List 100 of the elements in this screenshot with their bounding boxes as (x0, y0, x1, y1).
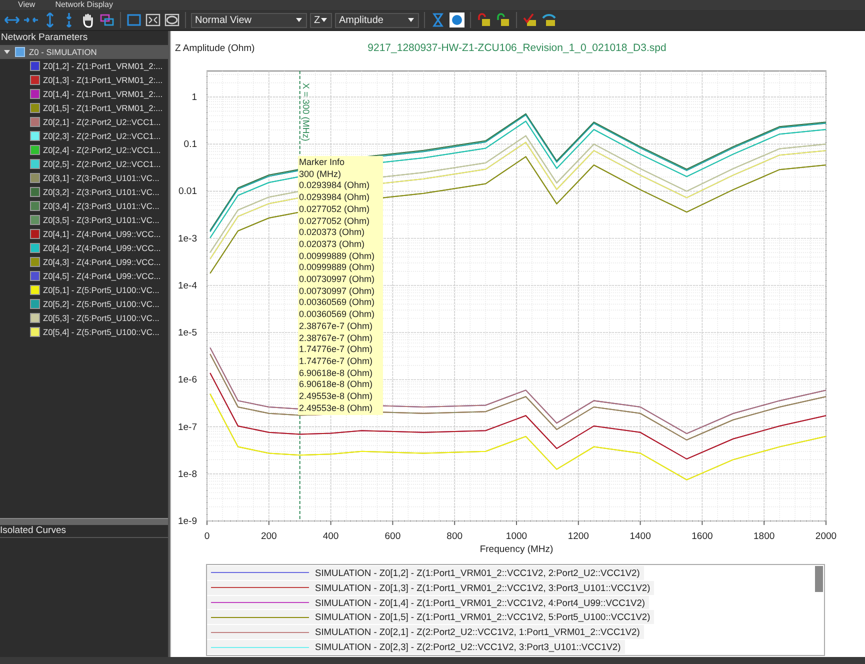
legend-label: SIMULATION - Z0[1,3] - Z(1:Port1_VRM01_2::VCC1V2, 3:Port3_U101::VCC1V2) (315, 582, 650, 593)
legend-label: SIMULATION - Z0[2,3] - Z(2:Port2_U2::VCC1V2, 3:Port3_U101::VCC1V2) (315, 642, 621, 652)
tick-label: 1400 (630, 531, 651, 542)
axis-title: Frequency (MHz) (480, 544, 554, 555)
tick-label: 0 (204, 531, 210, 542)
tick-label: 400 (322, 531, 339, 542)
tick-label: 1200 (568, 531, 589, 542)
marker-label: X = 300 (MHz) (300, 83, 311, 142)
curve-item[interactable]: Z0[4,3] - Z(4:Port4_U99::VCC... (43, 257, 161, 267)
tick-label: 1e-6 (178, 374, 197, 386)
curve-item[interactable]: Z0[5,4] - Z(5:Port5_U100::VC... (43, 327, 160, 337)
legend-entry[interactable]: SIMULATION - Z0[2,3] - Z(2:Port2_U2::VCC1V2, 3:Port3_U101::VCC1V2) (207, 640, 625, 655)
marker-value: 1.74776e-7 (Ohm) (299, 344, 374, 356)
padlock-icon[interactable] (495, 12, 511, 28)
curve-item[interactable]: Z0[3,1] - Z(3:Port3_U101::VC... (43, 173, 160, 183)
tick-label: 0.01 (178, 186, 197, 198)
axis-title: Z Amplitude (Ohm) (175, 43, 255, 54)
marker-value: 0.0293984 (Ohm) (299, 180, 371, 192)
marker-value: 2.38767e-7 (Ohm) (299, 320, 374, 333)
legend-label: SIMULATION - Z0[1,4] - Z(1:Port1_VRM01_2::VCC1V2, 4:Port4_U99::VCC1V2) (315, 598, 645, 608)
marker-value: 0.020373 (Ohm) (299, 227, 366, 239)
tick-label: 0.1 (184, 139, 197, 150)
marker-value: 0.020373 (Ohm) (299, 238, 366, 251)
tick-label: 1e-5 (178, 328, 197, 339)
marker-value: 0.00360569 (Ohm) (299, 297, 375, 310)
tick-label: 1e-8 (178, 468, 197, 480)
caret-icon (295, 16, 303, 24)
curve-item[interactable]: Z0[2,3] - Z(2:Port2_U2::VCC1... (43, 131, 161, 141)
curve-item[interactable]: Z0[2,1] - Z(2:Port2_U2::VCC1... (43, 117, 161, 127)
marker-value: 0.00730997 (Ohm) (299, 274, 375, 286)
marker-value: 6.90618e-8 (Ohm) (299, 379, 374, 392)
tick-label: 600 (384, 531, 401, 542)
scrollbar-thumb[interactable] (815, 566, 823, 592)
hourglass-icon[interactable] (430, 12, 446, 28)
curve-item[interactable]: Z0[3,5] - Z(3:Port3_U101::VC... (43, 215, 160, 225)
padlock-icon[interactable] (476, 12, 492, 28)
tick-label: 2000 (815, 531, 837, 542)
curve-item[interactable]: Z0[5,1] - Z(5:Port5_U100::VC... (43, 285, 160, 295)
curve-item[interactable]: Z0[1,4] - Z(1:Port1_VRM01_2:... (43, 89, 163, 99)
marker-value: 0.00999889 (Ohm) (299, 262, 375, 274)
tick-label: 1000 (506, 531, 528, 542)
chart-title: 9217_1280937-HW-Z1-ZCU106_Revision_1_0_021018_D3.spd (368, 42, 666, 54)
marker-value: 2.49553e-8 (Ohm) (299, 402, 374, 414)
tick-label: 1e-7 (178, 422, 197, 433)
curve-item[interactable]: Z0[2,5] - Z(2:Port2_U2::VCC1... (43, 159, 161, 169)
view-tab[interactable]: Network Display (55, 0, 113, 10)
curve-item[interactable]: Z0[1,5] - Z(1:Port1_VRM01_2:... (43, 103, 163, 113)
fit-view-icon[interactable] (145, 12, 161, 28)
caret-icon (407, 16, 415, 24)
marker-value: 1.74776e-7 (Ohm) (299, 356, 374, 368)
tick-label: 1e-9 (178, 516, 197, 527)
legend-entry[interactable]: SIMULATION - Z0[1,2] - Z(1:Port1_VRM01_2::VCC1V2, 2:Port2_U2::VCC1V2) (207, 566, 644, 581)
legend-label: SIMULATION - Z0[2,1] - Z(2:Port2_U2::VCC1V2, 1:Port1_VRM01_2::VCC1V2) (315, 627, 640, 638)
tick-label: 1e-3 (178, 233, 197, 244)
tick-label: 200 (260, 531, 277, 542)
view-tab[interactable]: View (18, 0, 36, 10)
curve-item[interactable]: Z0[4,5] - Z(4:Port4_U99::VCC... (43, 271, 161, 281)
marker-value: 2.38767e-7 (Ohm) (299, 332, 374, 344)
curve-item[interactable]: Z0[3,4] - Z(3:Port3_U101::VC... (43, 201, 160, 211)
legend-entry[interactable]: SIMULATION - Z0[2,1] - Z(2:Port2_U2::VCC1V2, 1:Port1_VRM01_2::VCC1V2) (207, 625, 644, 640)
tree-label: Z0 - SIMULATION (29, 47, 97, 57)
marker-value: 0.00360569 (Ohm) (299, 309, 375, 321)
tree-node[interactable]: Z0 - SIMULATION (0, 45, 168, 59)
legend-label: SIMULATION - Z0[1,2] - Z(1:Port1_VRM01_2::VCC1V2, 2:Port2_U2::VCC1V2) (315, 568, 640, 578)
curve-item[interactable]: Z0[5,2] - Z(5:Port5_U100::VC... (43, 299, 160, 309)
marker-value: 0.0293984 (Ohm) (299, 192, 371, 204)
marker-value: 300 (MHz) (299, 168, 342, 180)
checkmark-icon[interactable] (522, 12, 538, 28)
curve-item[interactable]: Z0[2,4] - Z(2:Port2_U2::VCC1... (43, 145, 161, 155)
curve-item[interactable]: Z0[5,3] - Z(5:Port5_U100::VC... (43, 313, 160, 323)
tick-label: 1 (192, 92, 197, 103)
marker-value: 0.0277052 (Ohm) (299, 216, 371, 228)
legend-label: SIMULATION - Z0[1,5] - Z(1:Port1_VRM01_2::VCC1V2, 5:Port5_U100::VCC1V2) (315, 612, 650, 622)
view-mode-dropdown[interactable]: Normal View (191, 12, 307, 28)
marker-value: 0.00730997 (Ohm) (299, 286, 375, 298)
tick-label: 1600 (692, 531, 713, 542)
curve-item[interactable]: Z0[1,3] - Z(1:Port1_VRM01_2:... (43, 75, 163, 85)
tick-label: 1e-4 (178, 280, 197, 292)
marker-value: 0.00999889 (Ohm) (299, 250, 375, 262)
record-icon[interactable] (449, 12, 465, 28)
tick-label: 800 (446, 531, 463, 542)
curve-item[interactable]: Z0[4,2] - Z(4:Port4_U99::VCC... (43, 243, 161, 253)
curve-item[interactable]: Z0[1,2] - Z(1:Port1_VRM01_2:... (43, 61, 163, 71)
legend-entry[interactable]: SIMULATION - Z0[1,3] - Z(1:Port1_VRM01_2::VCC1V2, 3:Port3_U101::VCC1V2) (207, 580, 654, 596)
rectangle-icon[interactable] (126, 12, 142, 28)
overlap-rectangles-icon[interactable] (99, 12, 115, 28)
caret-icon[interactable] (3, 48, 11, 56)
legend-entry[interactable]: SIMULATION - Z0[1,4] - Z(1:Port1_VRM01_2::VCC1V2, 4:Port4_U99::VCC1V2) (207, 596, 649, 610)
marker-value: 2.49553e-8 (Ohm) (299, 391, 374, 403)
curve-item[interactable]: Z0[4,1] - Z(4:Port4_U99::VCC... (43, 229, 161, 239)
caret-icon (320, 16, 328, 24)
marker-value: 6.90618e-8 (Ohm) (299, 368, 374, 380)
marker-info-title: Marker Info (299, 157, 346, 169)
marker-value: 0.0277052 (Ohm) (299, 204, 371, 216)
curve-item[interactable]: Z0[3,2] - Z(3:Port3_U101::VC... (43, 187, 160, 197)
parameter-dropdown[interactable]: Z (310, 12, 332, 28)
hand-icon[interactable] (80, 12, 96, 28)
tick-label: 1800 (754, 531, 775, 542)
display-dropdown[interactable]: Amplitude (335, 12, 419, 28)
legend-entry[interactable]: SIMULATION - Z0[1,5] - Z(1:Port1_VRM01_2::VCC1V2, 5:Port5_U100::VCC1V2) (207, 610, 654, 626)
